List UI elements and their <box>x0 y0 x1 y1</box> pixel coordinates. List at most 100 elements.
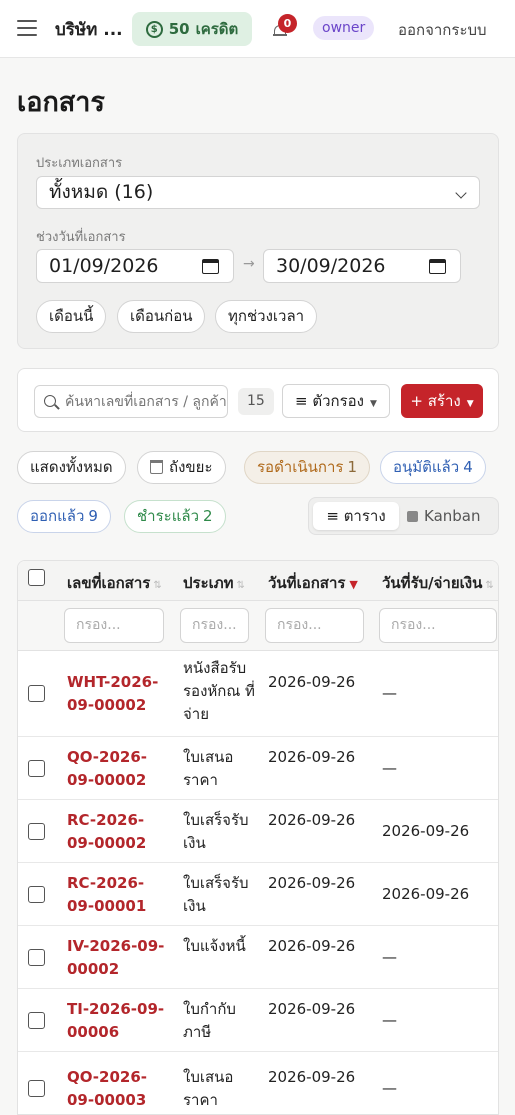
menu-icon[interactable] <box>17 20 37 36</box>
doc-date: 2026-09-26 <box>268 748 356 766</box>
search-input[interactable] <box>65 386 227 417</box>
chip-show-all[interactable]: แสดงทั้งหมด <box>17 451 126 484</box>
doc-number-link[interactable]: QO-2026-09-00003 <box>67 1066 167 1112</box>
doc-number-link[interactable]: QO-2026-09-00002 <box>67 746 167 792</box>
this-month-button[interactable]: เดือนนี้ <box>36 300 107 333</box>
table-view-button[interactable]: ≡ ตาราง <box>313 502 399 530</box>
doc-date: 2026-09-26 <box>268 1068 356 1086</box>
row-checkbox[interactable] <box>28 823 45 840</box>
chip-approved[interactable]: อนุมัติแล้ว 4 <box>380 451 486 484</box>
doc-date: 2026-09-26 <box>268 673 356 691</box>
doc-type: ใบแจ้งหนี้ <box>183 937 246 955</box>
calendar-icon[interactable] <box>429 259 446 274</box>
list-icon: ≡ <box>326 507 344 525</box>
sort-icon: ⇅ <box>485 580 494 591</box>
column-header-type[interactable]: ประเภท ⇅ <box>183 571 245 595</box>
calendar-icon[interactable] <box>202 259 219 274</box>
doc-number-link[interactable]: IV-2026-09-00002 <box>67 935 167 981</box>
chip-issued-count: 9 <box>88 507 98 525</box>
row-checkbox[interactable] <box>28 1080 45 1097</box>
search-icon <box>44 395 56 407</box>
pay-date: 2026-09-26 <box>382 822 470 840</box>
chip-trash[interactable]: ถังขยะ <box>137 451 226 484</box>
pay-date: — <box>382 1079 397 1097</box>
company-name[interactable]: บริษัท ... <box>55 16 123 43</box>
all-time-button[interactable]: ทุกช่วงเวลา <box>215 300 318 333</box>
filter-button-label: ตัวกรอง <box>312 392 364 410</box>
doc-date: 2026-09-26 <box>268 1000 356 1018</box>
chip-paid-label: ชำระแล้ว <box>137 507 199 525</box>
row-checkbox[interactable] <box>28 685 45 702</box>
create-button[interactable]: + สร้าง ▼ <box>401 384 483 418</box>
pay-date: 2026-09-26 <box>382 885 470 903</box>
pay-date: — <box>382 1011 397 1029</box>
search-box[interactable] <box>34 385 228 418</box>
filter-doc-date-input[interactable]: กรอง... <box>265 608 364 643</box>
date-to-value: 30/09/2026 <box>276 255 386 277</box>
date-to-input[interactable]: 30/09/2026 <box>263 249 461 283</box>
filter-button[interactable]: ≡ ตัวกรอง ▼ <box>282 384 390 418</box>
chip-issued-label: ออกแล้ว <box>30 507 85 525</box>
last-month-button[interactable]: เดือนก่อน <box>117 300 206 333</box>
chip-pending[interactable]: รอดำเนินการ 1 <box>244 451 370 484</box>
table-row[interactable]: IV-2026-09-00002 ใบแจ้งหนี้ 2026-09-26 — <box>18 926 498 989</box>
table-row[interactable]: RC-2026-09-00001 ใบเสร็จรับเงิน 2026-09-26… <box>18 863 498 926</box>
doc-type: ใบเสนอราคา <box>183 748 234 789</box>
view-toggle: ≡ ตาราง Kanban <box>308 497 499 535</box>
table-row[interactable]: QO-2026-09-00003 ใบเสนอราคา 2026-09-26 — <box>18 1052 498 1114</box>
column-header-doc-date[interactable]: วันที่เอกสาร ▼ <box>268 571 358 595</box>
chip-paid[interactable]: ชำระแล้ว 2 <box>124 500 226 533</box>
doc-number-link[interactable]: WHT-2026-09-00002 <box>67 671 167 717</box>
result-count: 15 <box>238 388 274 415</box>
column-label: ประเภท <box>183 574 234 592</box>
doc-type: ใบเสร็จรับเงิน <box>183 874 249 915</box>
table-row[interactable]: RC-2026-09-00002 ใบเสร็จรับเงิน 2026-09-26… <box>18 800 498 863</box>
credit-amount: 50 <box>168 20 190 38</box>
column-filter-row: กรอง... กรอง... กรอง... กรอง... <box>18 601 498 651</box>
coin-icon: $ <box>145 20 163 38</box>
credit-badge[interactable]: $ 50 เครดิต <box>132 12 252 46</box>
chip-pending-count: 1 <box>347 458 357 476</box>
sort-icon: ⇅ <box>153 580 162 591</box>
document-type-value: ทั้งหมด (16) <box>49 181 154 203</box>
row-checkbox[interactable] <box>28 760 45 777</box>
chevron-down-icon <box>455 187 467 199</box>
filter-type-input[interactable]: กรอง... <box>180 608 249 643</box>
row-checkbox[interactable] <box>28 949 45 966</box>
table-row[interactable]: TI-2026-09-00006 ใบกำกับภาษี 2026-09-26 — <box>18 989 498 1052</box>
chip-issued[interactable]: ออกแล้ว 9 <box>17 500 111 533</box>
table-row[interactable]: WHT-2026-09-00002 หนังสือรับรองหักณ ที่จ่… <box>18 651 498 737</box>
chip-pending-label: รอดำเนินการ <box>257 458 344 476</box>
date-from-value: 01/09/2026 <box>49 255 159 277</box>
row-checkbox[interactable] <box>28 886 45 903</box>
doc-number-link[interactable]: RC-2026-09-00001 <box>67 872 167 918</box>
column-header-doc-no[interactable]: เลขที่เอกสาร ⇅ <box>67 571 162 595</box>
pay-date: — <box>382 759 397 777</box>
doc-number-link[interactable]: TI-2026-09-00006 <box>67 998 167 1044</box>
trash-icon <box>150 460 163 474</box>
column-label: วันที่รับ/จ่ายเงิน <box>382 574 483 592</box>
column-header-pay-date[interactable]: วันที่รับ/จ่ายเงิน ⇅ <box>382 571 494 595</box>
table-row[interactable]: QO-2026-09-00002 ใบเสนอราคา 2026-09-26 — <box>18 737 498 800</box>
filter-pay-date-input[interactable]: กรอง... <box>379 608 497 643</box>
role-badge: owner <box>313 16 375 40</box>
logout-link[interactable]: ออกจากระบบ <box>398 18 487 42</box>
kanban-icon <box>407 511 418 522</box>
create-button-label: + สร้าง <box>410 392 461 410</box>
pay-date: — <box>382 948 397 966</box>
doc-number-link[interactable]: RC-2026-09-00002 <box>67 809 167 855</box>
select-all-checkbox[interactable] <box>28 569 45 586</box>
doc-type: ใบเสนอราคา <box>183 1068 234 1109</box>
date-from-input[interactable]: 01/09/2026 <box>36 249 234 283</box>
table-view-label: ตาราง <box>343 507 386 525</box>
filter-doc-no-input[interactable]: กรอง... <box>64 608 164 643</box>
kanban-view-button[interactable]: Kanban <box>407 502 495 530</box>
documents-table: เลขที่เอกสาร ⇅ ประเภท ⇅ วันที่เอกสาร ▼ วันท… <box>17 560 499 1115</box>
row-checkbox[interactable] <box>28 1012 45 1029</box>
column-label: วันที่เอกสาร <box>268 574 346 592</box>
kanban-view-label: Kanban <box>424 507 481 525</box>
doc-date: 2026-09-26 <box>268 811 356 829</box>
document-type-select[interactable]: ทั้งหมด (16) <box>36 176 480 209</box>
doc-date: 2026-09-26 <box>268 937 356 955</box>
column-label: เลขที่เอกสาร <box>67 574 151 592</box>
